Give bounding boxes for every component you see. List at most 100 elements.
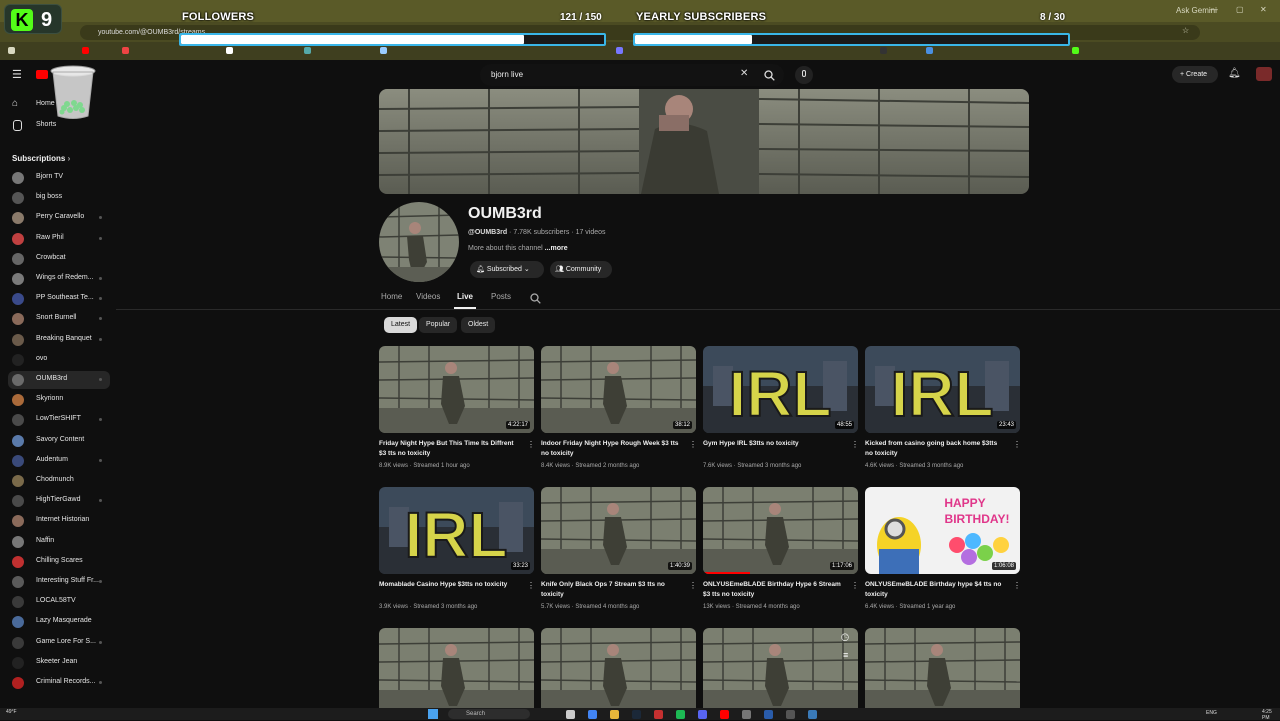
video-title[interactable]: Gym Hype IRL $3tts no toxicity [703,439,843,449]
subscribed-button[interactable]: 🔔︎ Subscribed ⌄ [470,261,544,278]
chip-oldest[interactable]: Oldest [461,317,496,333]
more-options-icon[interactable]: ⋮ [689,581,697,590]
video-thumbnail[interactable]: IRL 23:43 [865,346,1020,433]
sidebar-subscription-item[interactable]: ovo [8,351,110,369]
sidebar-subscription-item[interactable]: Interesting Stuff Fr... [8,573,110,591]
clock[interactable]: 4:25 PM [1262,709,1280,721]
video-thumbnail[interactable]: IRL 48:55 [703,346,858,433]
channel-description[interactable]: More about this channel ...more [468,245,568,252]
sidebar-subscription-item[interactable]: Internet Historian [8,512,110,530]
sidebar-subscription-item[interactable]: Game Lore For S... [8,634,110,652]
video-card[interactable]: 4:22:17 Friday Night Hype But This Time I… [379,346,535,476]
sidebar-subscription-item[interactable]: LOCAL58TV [8,593,110,611]
steam-icon[interactable] [632,710,641,719]
clear-search-icon[interactable]: ✕ [740,68,748,79]
chip-popular[interactable]: Popular [419,317,458,333]
sidebar-subscription-item[interactable]: Audentum [8,452,110,470]
bookmark-icon[interactable] [226,47,233,54]
sidebar-subscription-item[interactable]: Skeeter Jean [8,654,110,672]
video-card[interactable]: IRL 23:43 Kicked from casino going back ho… [865,346,1021,476]
youtube-app-icon[interactable] [720,710,729,719]
notifications-bell-icon[interactable]: 🔔︎ [1228,68,1241,79]
video-title[interactable]: Knife Only Black Ops 7 Stream $3 tts no … [541,580,681,600]
video-title[interactable]: Momablade Casino Hype $3tts no toxicity [379,580,519,590]
more-options-icon[interactable]: ⋮ [527,581,535,590]
chip-latest[interactable]: Latest [384,317,418,333]
more-options-icon[interactable]: ⋮ [1013,440,1021,449]
video-thumbnail[interactable]: 1:17:06 [703,487,858,574]
video-title[interactable]: ONLYUSEmeBLADE Birthday hype $4 tts no t… [865,580,1005,600]
sidebar-subscription-item[interactable]: Bjorn TV [8,169,110,187]
sidebar-subscription-item[interactable]: Crowbcat [8,250,110,268]
video-card[interactable]: HAPPY BIRTHDAY! 1:06:08 ONLYUSEmeBLADE Birt… [865,487,1021,617]
search-icon[interactable] [764,68,775,81]
sidebar-subscription-item[interactable]: Breaking Banquet [8,331,110,349]
bookmark-icon[interactable] [380,47,387,54]
sidebar-subscription-item[interactable]: OUMB3rd [8,371,110,389]
spotify-icon[interactable] [676,710,685,719]
sidebar-subscription-item[interactable]: Criminal Records... [8,674,110,692]
more-options-icon[interactable]: ⋮ [851,440,859,449]
video-card[interactable]: 1:17:06 ONLYUSEmeBLADE Birthday Hype 6 St… [703,487,859,617]
more-options-icon[interactable]: ⋮ [527,440,535,449]
tab-home[interactable]: Home [381,292,402,301]
bookmark-icon[interactable] [122,47,129,54]
video-title[interactable]: Indoor Friday Night Hype Rough Week $3 t… [541,439,681,459]
bookmark-star-icon[interactable]: ☆ [1182,26,1189,35]
close-window-button[interactable]: ✕ [1260,5,1267,14]
obs-icon[interactable] [742,710,751,719]
avatar[interactable] [1256,67,1272,81]
video-title[interactable]: ONLYUSEmeBLADE Birthday Hype 6 Stream $3… [703,580,843,600]
create-button[interactable]: + Create [1172,66,1218,83]
sidebar-subscription-item[interactable]: Lazy Masquerade [8,613,110,631]
taskbar-search[interactable]: Search [448,709,530,719]
sidebar-subscription-item[interactable]: Perry Caravello [8,209,110,227]
sidebar-subscription-item[interactable]: Chodmunch [8,472,110,490]
tab-videos[interactable]: Videos [416,292,440,301]
maximize-button[interactable]: ▢ [1236,5,1244,14]
video-thumbnail[interactable] [703,628,858,715]
discord-icon[interactable] [698,710,707,719]
video-thumbnail[interactable] [865,628,1020,715]
sidebar-subscription-item[interactable]: LowTierSHIFT [8,411,110,429]
more-options-icon[interactable]: ⋮ [851,581,859,590]
watch-later-icon[interactable]: 🕒︎ [841,633,849,644]
search-bar[interactable] [480,64,784,86]
search-input[interactable]: bjorn live [491,70,523,79]
tab-posts[interactable]: Posts [491,292,511,301]
tab-live[interactable]: Live [457,292,473,301]
video-title[interactable]: Friday Night Hype But This Time Its Diff… [379,439,519,459]
sidebar-subscription-item[interactable]: Wings of Redem... [8,270,110,288]
app-icon[interactable] [808,710,817,719]
video-thumbnail[interactable]: 4:22:17 [379,346,534,433]
youtube-logo-icon[interactable] [36,70,48,79]
video-thumbnail[interactable]: 38:12 [541,346,696,433]
task-view-icon[interactable] [566,710,575,719]
video-title[interactable]: Kicked from casino going back home $3tts… [865,439,1005,459]
voice-search-button[interactable] [795,66,813,84]
language-indicator[interactable]: ENG [1206,710,1217,716]
video-card[interactable]: 1:40:39 Knife Only Black Ops 7 Stream $3 … [541,487,697,617]
sidebar-subscription-item[interactable]: Chilling Scares [8,553,110,571]
bookmark-icon[interactable] [616,47,623,54]
add-to-queue-icon[interactable]: ≡ [843,650,848,660]
video-thumbnail[interactable] [541,628,696,715]
weather-widget[interactable]: 49°F [6,709,17,715]
file-explorer-icon[interactable] [610,710,619,719]
video-card[interactable]: IRL 33:23 Momablade Casino Hype $3tts no t… [379,487,535,617]
more-options-icon[interactable]: ⋮ [1013,581,1021,590]
bookmark-icon[interactable] [304,47,311,54]
sidebar-subscription-item[interactable]: Savory Content [8,432,110,450]
sidebar-subscription-item[interactable]: Snort Burnell [8,310,110,328]
bookmark-icon[interactable] [8,47,15,54]
video-thumbnail[interactable]: IRL 33:23 [379,487,534,574]
channel-search-icon[interactable] [530,291,541,304]
app-icon[interactable] [764,710,773,719]
sidebar-subscription-item[interactable]: Skyrionn [8,391,110,409]
bookmark-icon[interactable] [880,47,887,54]
sidebar-subscription-item[interactable]: HighTierGawd [8,492,110,510]
chrome-icon[interactable] [588,710,597,719]
app-icon[interactable] [654,710,663,719]
windows-start-icon[interactable] [428,709,438,719]
sidebar-subscription-item[interactable]: Naffin [8,533,110,551]
